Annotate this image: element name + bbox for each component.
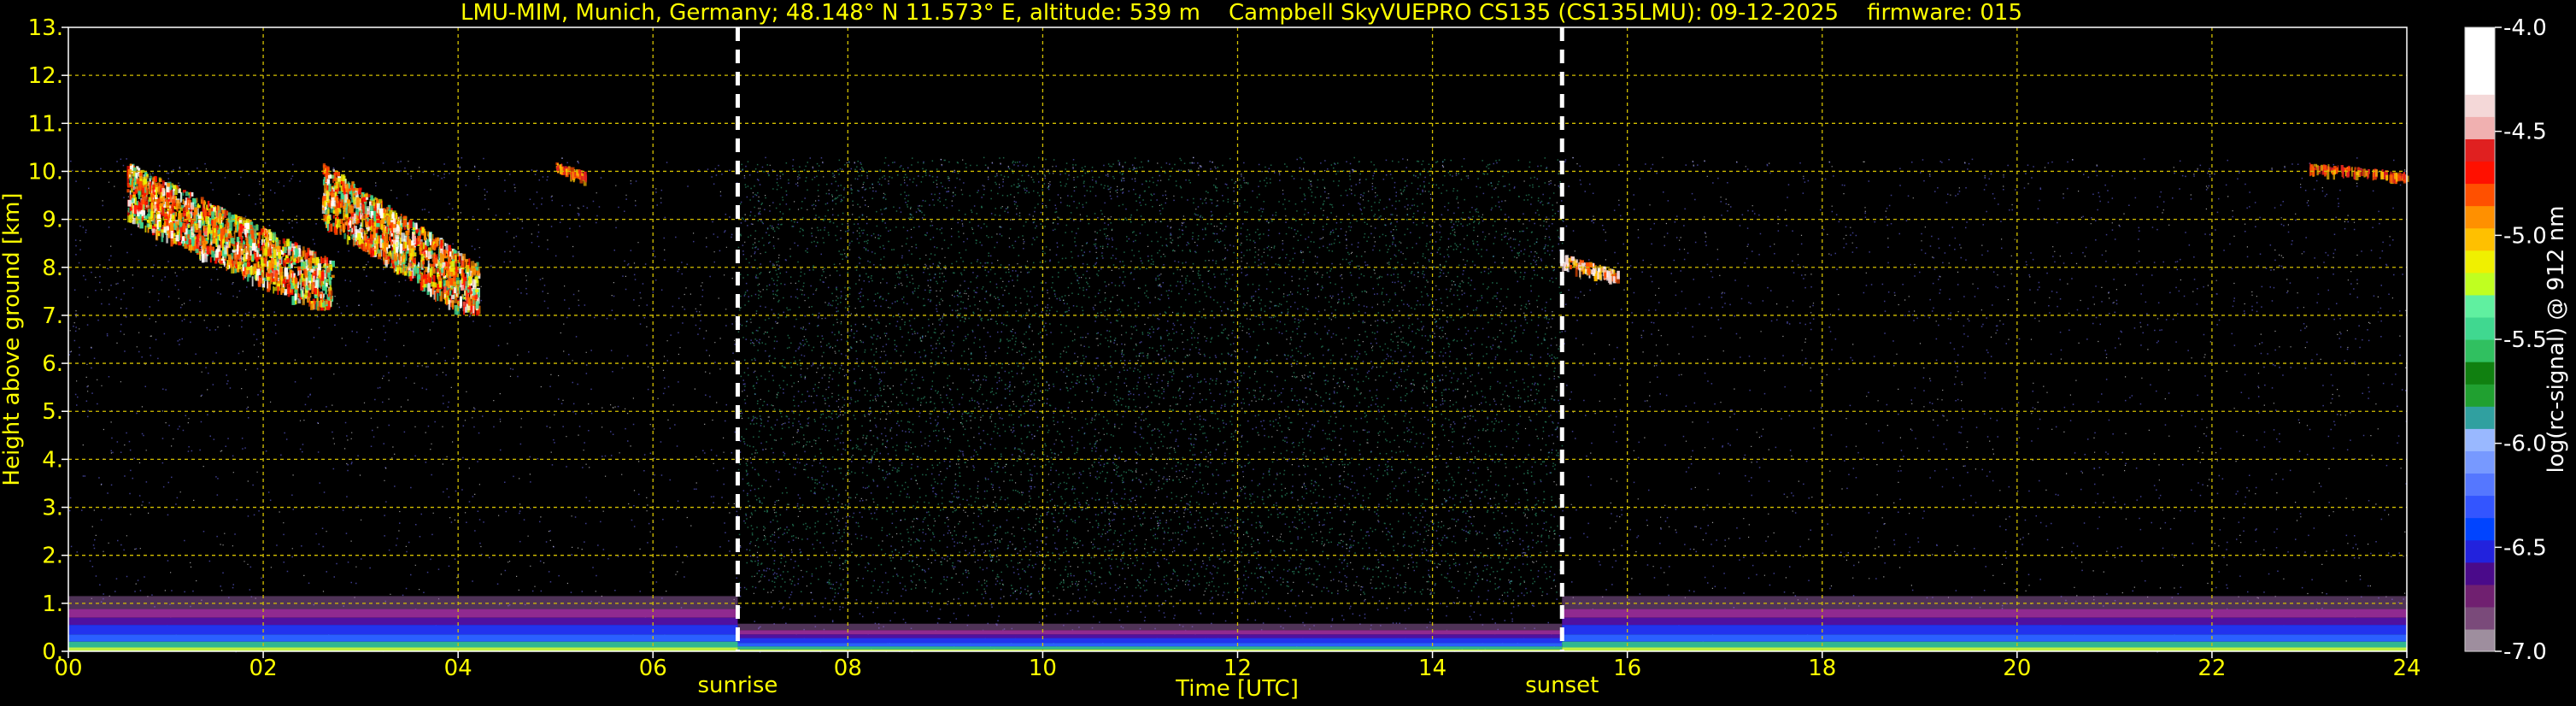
colorbar-step <box>2465 339 2495 362</box>
x-tick-label: 10 <box>1029 656 1057 681</box>
bl-violet-2 <box>1562 617 2407 626</box>
y-tick-label: 10. <box>28 159 63 185</box>
bl-lightblue-0 <box>68 634 738 642</box>
bl-lightblue-1 <box>737 643 1563 647</box>
colorbar-tick-label: -4.0 <box>2503 15 2547 41</box>
bl-blue-2 <box>1562 625 2407 635</box>
bl-fringe-1 <box>737 623 1563 631</box>
bl-teal-2 <box>1562 641 2407 648</box>
ceilometer-chart: LMU-MIM, Munich, Germany; 48.148° N 11.5… <box>0 0 2576 706</box>
colorbar-tick-label: -4.5 <box>2503 120 2547 145</box>
y-tick-label: 4. <box>42 447 63 473</box>
plot-background <box>68 27 2407 651</box>
colorbar-tick-label: -5.5 <box>2503 327 2547 353</box>
colorbar-step <box>2465 250 2495 274</box>
colorbar-step <box>2465 428 2495 451</box>
x-tick-label: 24 <box>2392 656 2421 681</box>
bl-purple-0 <box>68 609 738 618</box>
x-tick-label: 18 <box>1808 656 1836 681</box>
x-tick-label: 06 <box>639 656 667 681</box>
colorbar-step <box>2465 205 2495 229</box>
bl-teal-1 <box>737 646 1563 650</box>
y-tick-label: 8. <box>42 256 63 281</box>
bl-lightblue-2 <box>1562 634 2407 642</box>
plot-area: sunrise sunset <box>67 26 2409 698</box>
chart-title: LMU-MIM, Munich, Germany; 48.148° N 11.5… <box>461 0 2022 26</box>
colorbar-label: log(rc-signal) @ 912 nm <box>2544 206 2569 474</box>
y-tick-label: 1. <box>42 591 63 617</box>
colorbar-step <box>2465 27 2495 50</box>
colorbar-gradient <box>2465 27 2495 652</box>
colorbar-step <box>2465 94 2495 117</box>
colorbar-step <box>2465 272 2495 296</box>
colorbar-step <box>2465 227 2495 251</box>
colorbar-step <box>2465 450 2495 474</box>
colorbar-step <box>2465 316 2495 340</box>
colorbar-step <box>2465 138 2495 162</box>
x-tick-label: 04 <box>444 656 472 681</box>
colorbar-step <box>2465 362 2495 385</box>
colorbar-step <box>2465 384 2495 407</box>
bl-violet-1 <box>737 634 1563 638</box>
colorbar-step <box>2465 50 2495 73</box>
colorbar-step <box>2465 539 2495 563</box>
colorbar-step <box>2465 116 2495 139</box>
y-tick-label: 12. <box>28 63 63 89</box>
colorbar-tick-label: -6.0 <box>2503 432 2547 457</box>
y-tick-label: 11. <box>28 111 63 137</box>
bl-blue-0 <box>68 625 738 635</box>
y-tick-label: 3. <box>42 496 63 521</box>
colorbar-step <box>2465 628 2495 652</box>
marker-label-sunrise: sunrise <box>697 673 777 698</box>
x-tick-label: 16 <box>1613 656 1641 681</box>
colorbar-step <box>2465 495 2495 519</box>
bl-purple-2 <box>1562 609 2407 618</box>
y-tick-label: 9. <box>42 208 63 233</box>
colorbar-step <box>2465 584 2495 608</box>
y-tick-label: 5. <box>42 399 63 425</box>
colorbar-step <box>2465 72 2495 95</box>
colorbar-tick-label: -5.0 <box>2503 223 2547 249</box>
bl-violet-0 <box>68 617 738 626</box>
x-tick-label: 22 <box>2198 656 2226 681</box>
colorbar-step <box>2465 294 2495 318</box>
x-tick-label: 08 <box>834 656 862 681</box>
y-axis-label: Height above ground [km] <box>0 192 25 485</box>
y-tick-label: 13. <box>28 15 63 41</box>
x-tick-label: 14 <box>1418 656 1446 681</box>
bl-fringe-2 <box>1562 596 2407 609</box>
y-tick-label: 0. <box>42 639 63 665</box>
bl-fringe-0 <box>68 596 738 609</box>
bl-blue-1 <box>737 638 1563 644</box>
colorbar-step <box>2465 606 2495 630</box>
colorbar-tick-label: -6.5 <box>2503 535 2547 561</box>
y-tick-label: 7. <box>42 303 63 329</box>
colorbar-tick-label: -7.0 <box>2503 639 2547 665</box>
x-tick-label: 02 <box>249 656 278 681</box>
x-axis-label: Time [UTC] <box>1175 676 1299 702</box>
x-tick-label: 20 <box>2003 656 2031 681</box>
y-tick-label: 6. <box>42 351 63 377</box>
bl-teal-0 <box>68 641 738 648</box>
colorbar-step <box>2465 562 2495 585</box>
colorbar-step <box>2465 517 2495 541</box>
colorbar-step <box>2465 473 2495 497</box>
colorbar-step <box>2465 183 2495 207</box>
colorbar-step <box>2465 161 2495 185</box>
colorbar-step <box>2465 406 2495 429</box>
y-tick-label: 2. <box>42 544 63 569</box>
bl-purple-1 <box>737 630 1563 635</box>
marker-label-sunset: sunset <box>1525 673 1599 698</box>
